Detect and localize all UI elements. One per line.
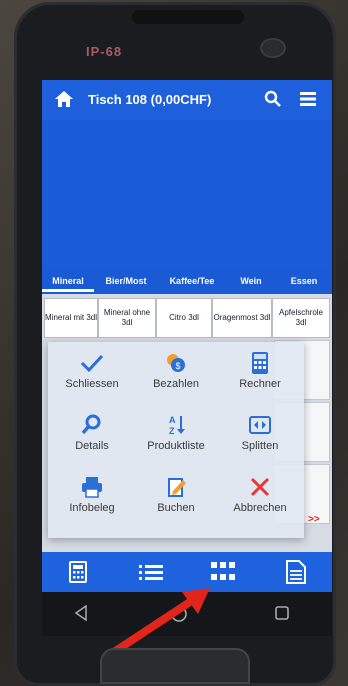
svg-text:Z: Z (169, 426, 175, 436)
product-button[interactable]: Mineral ohne 3dl (98, 298, 156, 338)
action-label: Infobeleg (69, 502, 115, 514)
coins-icon: $ (167, 354, 185, 372)
tab-mineral[interactable]: Mineral (42, 270, 94, 292)
checkmark-icon (80, 354, 104, 373)
earpiece (132, 10, 244, 24)
action-label: Schliessen (65, 378, 119, 390)
list-icon (138, 565, 163, 580)
red-annotation-arrow (110, 588, 210, 656)
calculator-icon (69, 561, 88, 583)
product-button[interactable]: Citro 3dl (156, 298, 212, 338)
abbrechen-button[interactable]: Abbrechen (218, 470, 302, 532)
printer-icon (82, 477, 102, 498)
action-label: Buchen (157, 502, 195, 514)
search-icon[interactable] (264, 90, 282, 108)
product-button[interactable]: Mineral mit 3dl (44, 298, 98, 338)
sort-az-icon: AZ (169, 415, 185, 436)
tab-essen[interactable]: Essen (276, 270, 332, 292)
magnifier-icon (81, 414, 101, 435)
details-button[interactable]: Details (50, 408, 134, 470)
svg-text:A: A (169, 415, 176, 425)
action-label: Rechner (239, 378, 281, 390)
edit-document-icon (168, 478, 186, 497)
hamburger-menu-icon[interactable] (300, 92, 316, 106)
product-button[interactable]: Oragenmost 3dl (212, 298, 272, 338)
document-tab[interactable] (260, 552, 333, 592)
split-icon (249, 416, 271, 434)
product-button[interactable]: Apfelschrole 3dl (272, 298, 330, 338)
action-label: Bezahlen (153, 378, 199, 390)
recents-icon[interactable] (274, 605, 290, 621)
table-title: Tisch 108 (0,00CHF) (88, 92, 212, 107)
action-label: Splitten (241, 440, 279, 452)
schliessen-button[interactable]: Schliessen (50, 346, 134, 408)
tab-wein[interactable]: Wein (226, 270, 276, 292)
order-area (42, 120, 332, 270)
infobeleg-button[interactable]: Infobeleg (50, 470, 134, 532)
front-camera (260, 38, 286, 58)
action-label: Produktliste (147, 440, 205, 452)
app-screen: Tisch 108 (0,00CHF) Mineral Bier/Most Ka… (42, 80, 332, 592)
close-icon (250, 477, 270, 497)
document-icon (285, 560, 306, 584)
svg-text:$: $ (175, 361, 180, 371)
more-products-indicator[interactable]: >> (308, 514, 320, 525)
splitten-button[interactable]: Splitten (218, 408, 302, 470)
grid-icon (211, 562, 236, 580)
top-bar: Tisch 108 (0,00CHF) (42, 80, 332, 120)
tab-bier-most[interactable]: Bier/Most (94, 270, 158, 292)
produktliste-button[interactable]: AZ Produktliste (134, 408, 218, 470)
tab-kaffee-tee[interactable]: Kaffee/Tee (158, 270, 226, 292)
action-menu-popup: Schliessen $ Bezahlen Rechner Details AZ… (48, 342, 304, 538)
action-label: Abbrechen (233, 502, 287, 514)
calculator-icon (252, 352, 268, 374)
back-icon[interactable] (74, 605, 88, 621)
category-tabs: Mineral Bier/Most Kaffee/Tee Wein Essen (42, 270, 332, 292)
buchen-button[interactable]: Buchen (134, 470, 218, 532)
rechner-button[interactable]: Rechner (218, 346, 302, 408)
home-icon[interactable] (54, 90, 74, 108)
action-label: Details (75, 440, 109, 452)
ip-rating-badge: IP-68 (86, 44, 123, 59)
calculator-tab[interactable] (42, 552, 115, 592)
phone-bottom-port (100, 648, 250, 684)
bezahlen-button[interactable]: $ Bezahlen (134, 346, 218, 408)
